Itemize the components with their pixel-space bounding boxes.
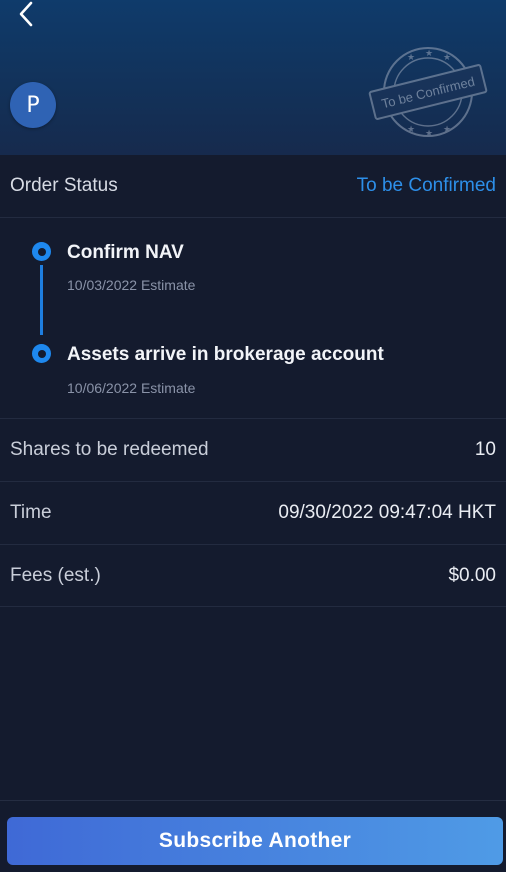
time-row: Time 09/30/2022 09:47:04 HKT (0, 481, 506, 544)
svg-text:★: ★ (425, 129, 433, 139)
divider (0, 606, 506, 607)
timeline-step-date: 10/03/2022 Estimate (67, 277, 196, 293)
fees-value: $0.00 (448, 565, 496, 586)
svg-text:★: ★ (443, 53, 451, 63)
shares-value: 10 (474, 439, 496, 460)
back-button[interactable] (12, 0, 40, 28)
timeline-step-title: Confirm NAV (67, 242, 184, 263)
svg-text:★: ★ (443, 125, 451, 135)
order-status-row: Order Status To be Confirmed (0, 155, 506, 218)
chevron-left-icon[interactable] (17, 1, 35, 27)
timeline-step-icon (32, 344, 51, 363)
header: P ★ ★ ★ ★ ★ ★ To be Confirmed (0, 0, 506, 155)
order-status-label: Order Status (10, 175, 118, 196)
timeline-step-date: 10/06/2022 Estimate (67, 380, 196, 396)
timeline-step-title: Assets arrive in brokerage account (67, 344, 384, 365)
shares-row: Shares to be redeemed 10 (0, 418, 506, 481)
time-value: 09/30/2022 09:47:04 HKT (278, 502, 496, 523)
time-label: Time (10, 502, 52, 523)
avatar-letter: P (26, 92, 40, 118)
fees-row: Fees (est.) $0.00 (0, 544, 506, 607)
svg-text:★: ★ (425, 49, 433, 59)
order-status-value: To be Confirmed (356, 175, 496, 196)
timeline-step-icon (32, 242, 51, 261)
fees-label: Fees (est.) (10, 565, 101, 586)
shares-label: Shares to be redeemed (10, 439, 209, 460)
avatar: P (10, 82, 56, 128)
subscribe-another-button[interactable]: Subscribe Another (7, 817, 503, 865)
svg-text:★: ★ (407, 125, 415, 135)
order-timeline: Confirm NAV 10/03/2022 Estimate Assets a… (0, 218, 506, 418)
svg-text:★: ★ (407, 53, 415, 63)
timeline-connector (40, 265, 43, 335)
stamp-seal-icon: ★ ★ ★ ★ ★ ★ To be Confirmed (368, 47, 488, 139)
